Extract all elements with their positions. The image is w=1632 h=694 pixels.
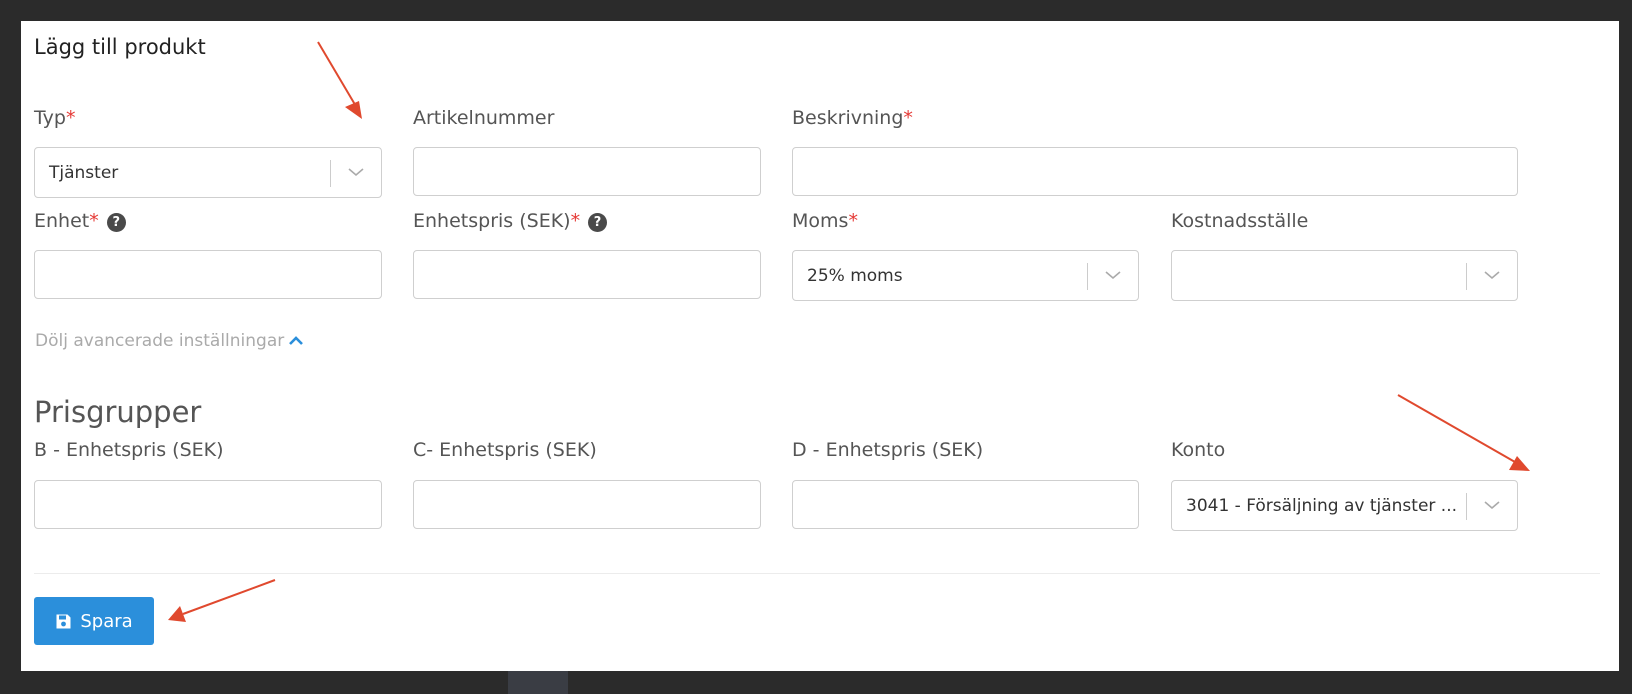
annotation-arrow-konto	[1397, 394, 1530, 471]
annotation-arrow-typ	[317, 41, 362, 119]
annotation-arrows	[168, 41, 1530, 622]
annotation-arrow-save	[168, 579, 276, 622]
